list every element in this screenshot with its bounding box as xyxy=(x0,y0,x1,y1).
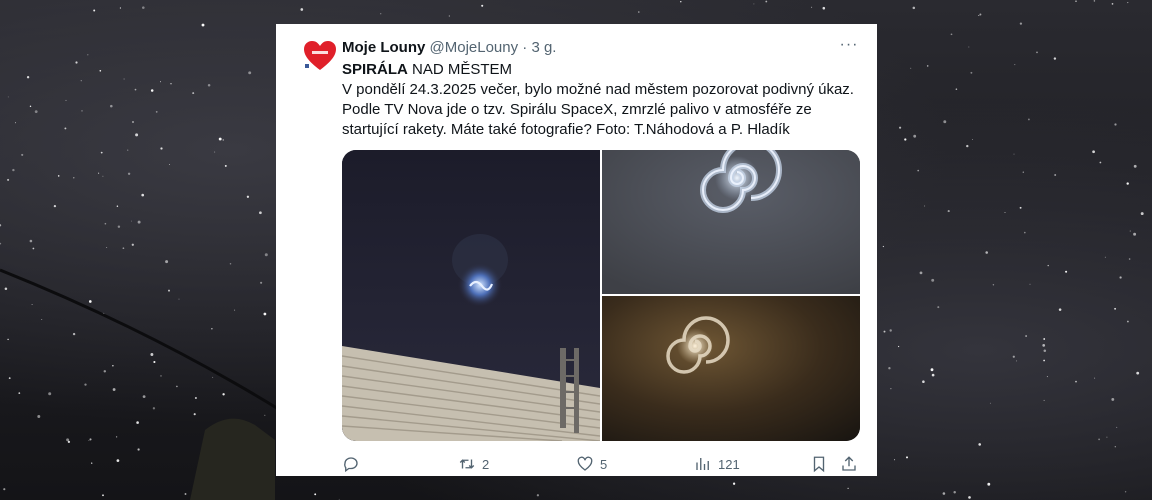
tweet-title-rest: NAD MĚSTEM xyxy=(407,61,513,78)
heart-logo-icon xyxy=(300,36,340,76)
tweet-body: V pondělí 24.3.2025 večer, bylo možné na… xyxy=(342,81,854,138)
tweet-title: SPIRÁLA NAD MĚSTEM xyxy=(342,60,857,80)
more-icon[interactable]: ··· xyxy=(839,36,859,56)
tweet-text: SPIRÁLA NAD MĚSTEM V pondělí 24.3.2025 v… xyxy=(342,60,857,140)
timestamp[interactable]: 3 g. xyxy=(531,39,556,56)
photo-spiral-warm-sky xyxy=(602,296,860,441)
tweet-card[interactable]: Moje Louny @MojeLouny · 3 g. ··· SPIRÁLA… xyxy=(276,24,877,476)
bookmark-button[interactable] xyxy=(810,452,828,476)
photo-building-scene xyxy=(342,150,600,441)
tweet-title-bold: SPIRÁLA xyxy=(342,61,408,78)
author-handle[interactable]: @MojeLouny xyxy=(430,39,519,56)
tweet-header: Moje Louny @MojeLouny · 3 g. xyxy=(342,38,861,58)
photo-spiral-closeup[interactable] xyxy=(602,150,860,294)
author-name[interactable]: Moje Louny xyxy=(342,39,425,56)
like-icon xyxy=(577,456,593,471)
reply-button[interactable] xyxy=(342,452,366,476)
photo-spiral-golden-sky[interactable] xyxy=(602,296,860,441)
views-count: 121 xyxy=(718,456,740,472)
tweet-actions: 2 5 121 xyxy=(342,452,862,476)
retweet-button[interactable]: 2 xyxy=(458,452,489,476)
bookmark-icon xyxy=(813,456,825,473)
like-button[interactable]: 5 xyxy=(576,452,607,476)
separator: · xyxy=(522,39,528,56)
avatar[interactable] xyxy=(300,36,340,76)
retweet-icon xyxy=(459,459,475,469)
views-icon xyxy=(696,458,709,470)
media-grid xyxy=(342,150,860,441)
share-icon xyxy=(842,456,856,471)
photo-spiral-over-building[interactable] xyxy=(342,150,600,441)
share-button[interactable] xyxy=(840,452,858,476)
retweet-count: 2 xyxy=(482,456,490,472)
photo-spiral-grey-sky xyxy=(602,150,860,294)
like-count: 5 xyxy=(600,456,608,472)
reply-icon xyxy=(344,457,358,473)
views-button[interactable]: 121 xyxy=(694,452,740,476)
